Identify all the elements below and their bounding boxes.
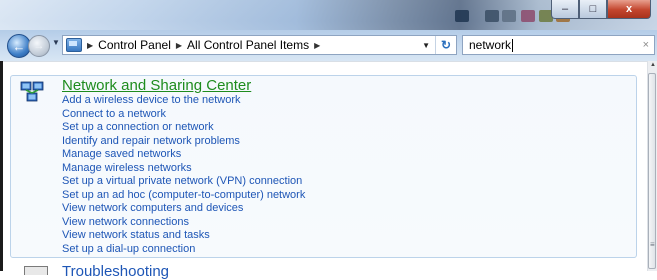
- forward-arrow-icon: →: [33, 40, 45, 52]
- taskbar-thumbnail-blob: [502, 10, 516, 22]
- task-link[interactable]: Manage wireless networks: [62, 162, 305, 176]
- network-and-sharing-center-link[interactable]: Network and Sharing Center: [62, 77, 251, 94]
- breadcrumb-control-panel[interactable]: Control Panel: [98, 38, 171, 52]
- refresh-button[interactable]: ↻: [435, 36, 456, 54]
- network-and-sharing-center-icon: [20, 81, 44, 102]
- maximize-icon: □: [589, 3, 597, 15]
- maximize-button[interactable]: □: [579, 0, 607, 19]
- text-cursor: [512, 38, 514, 52]
- task-link[interactable]: Set up a virtual private network (VPN) c…: [62, 175, 305, 189]
- search-input[interactable]: network: [469, 38, 511, 52]
- breadcrumb-separator-icon[interactable]: ▶: [176, 41, 182, 50]
- chevron-down-icon: ▼: [52, 38, 60, 47]
- taskbar-thumbnail-blob: [485, 10, 499, 22]
- task-link[interactable]: View network connections: [62, 216, 305, 230]
- breadcrumb-separator-icon[interactable]: ▶: [87, 41, 93, 50]
- recent-pages-dropdown[interactable]: ▼: [52, 38, 60, 47]
- task-link[interactable]: View network status and tasks: [62, 229, 305, 243]
- window-left-edge: [0, 61, 3, 271]
- scrollbar-grip-icon: ≡: [650, 240, 655, 249]
- control-panel-icon: [66, 38, 82, 52]
- search-box[interactable]: network ×: [462, 35, 655, 55]
- minimize-icon: –: [561, 3, 569, 15]
- close-button[interactable]: x: [607, 0, 651, 19]
- task-link[interactable]: Set up a dial-up connection: [62, 243, 305, 257]
- back-arrow-icon: ←: [12, 38, 26, 54]
- task-link[interactable]: Add a wireless device to the network: [62, 94, 305, 108]
- refresh-icon: ↻: [440, 38, 452, 52]
- breadcrumb-all-items[interactable]: All Control Panel Items: [187, 38, 309, 52]
- task-link[interactable]: Manage saved networks: [62, 148, 305, 162]
- address-bar[interactable]: ▶ Control Panel ▶ All Control Panel Item…: [62, 35, 457, 55]
- taskbar-thumbnail-blob: [455, 10, 469, 22]
- close-icon: x: [625, 3, 633, 15]
- task-link-list: Add a wireless device to the network Con…: [62, 94, 305, 256]
- address-dropdown-button[interactable]: ▼: [417, 41, 435, 50]
- task-link[interactable]: View network computers and devices: [62, 202, 305, 216]
- breadcrumb-separator-icon[interactable]: ▶: [314, 41, 320, 50]
- scroll-up-icon[interactable]: ▲: [650, 62, 656, 68]
- task-link[interactable]: Identify and repair network problems: [62, 135, 305, 149]
- troubleshooting-link[interactable]: Troubleshooting: [62, 263, 169, 280]
- task-link[interactable]: Connect to a network: [62, 108, 305, 122]
- task-link[interactable]: Set up a connection or network: [62, 121, 305, 135]
- forward-button[interactable]: →: [28, 35, 50, 57]
- task-link[interactable]: Set up an ad hoc (computer-to-computer) …: [62, 189, 305, 203]
- window-controls: – □ x: [551, 0, 651, 20]
- clear-search-button[interactable]: ×: [643, 39, 649, 51]
- taskbar-thumbnail-blob: [521, 10, 535, 22]
- minimize-button[interactable]: –: [551, 0, 579, 19]
